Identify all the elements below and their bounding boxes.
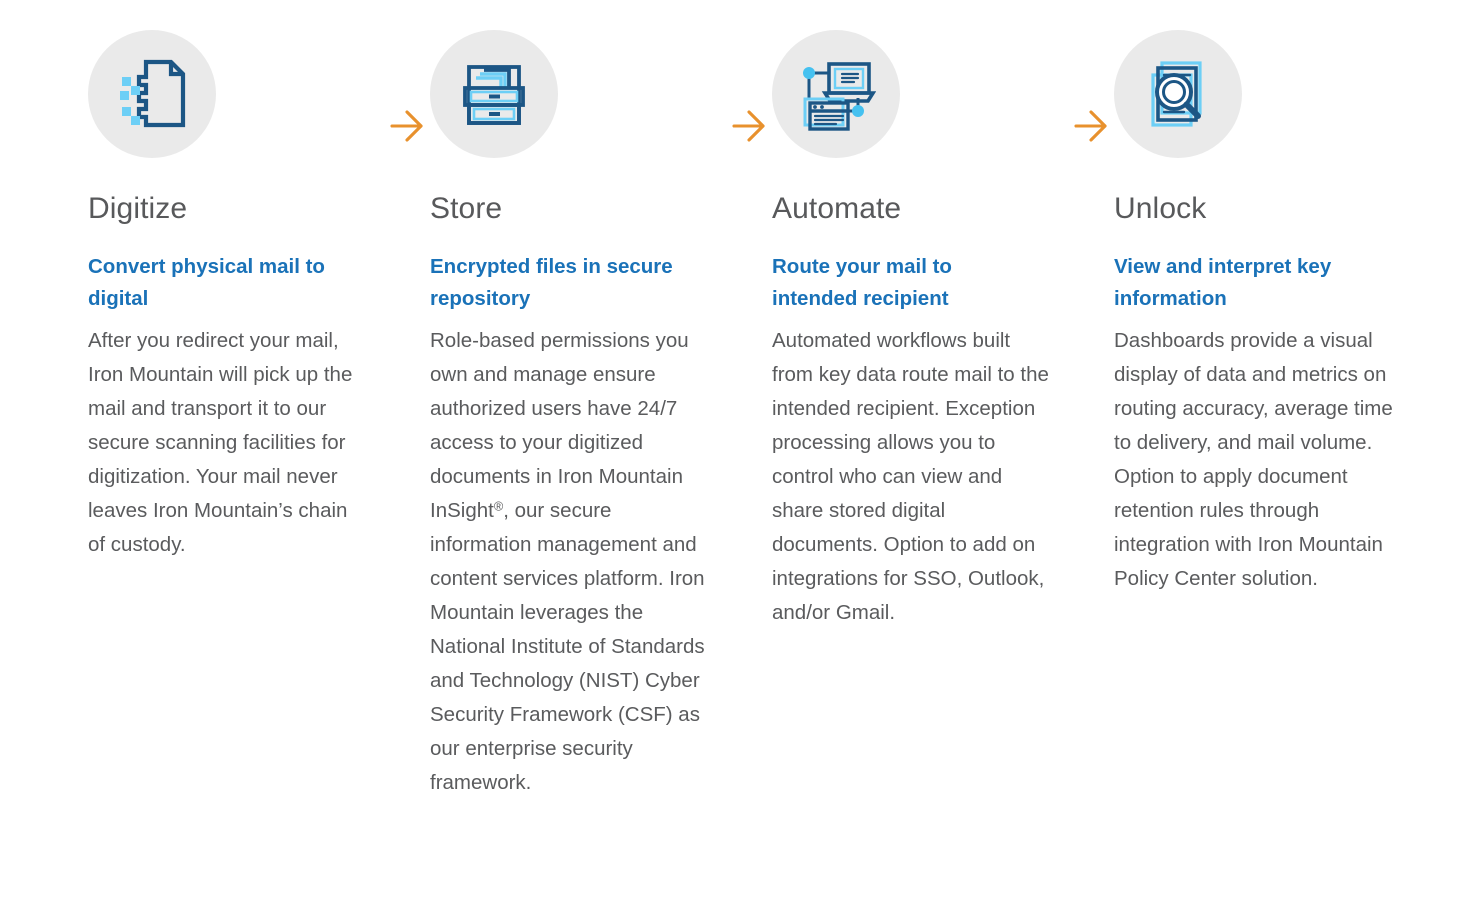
step-title: Store (430, 192, 503, 225)
step-title: Automate (772, 192, 902, 225)
step-store: Store Encrypted files in secure reposito… (430, 30, 728, 800)
step-automate: Automate Route your mail to intended rec… (772, 30, 1070, 630)
step-body-text: Role-based permissions you own and manag… (430, 329, 689, 523)
step-title: Digitize (88, 192, 188, 225)
step-subheading: View and interpret key information (1114, 255, 1332, 310)
arrow-store-to-automate (728, 30, 772, 148)
step-body: Dashboards provide a visual display of d… (1114, 324, 1396, 596)
step-body-text: Automated workflows built from key data … (772, 329, 1049, 625)
step-subheading: Route your mail to intended recipient (772, 255, 952, 310)
digitize-document-icon (88, 30, 216, 158)
step-body: After you redirect your mail, Iron Mount… (88, 324, 370, 562)
step-subheading: Convert physical mail to digital (88, 255, 325, 310)
arrow-digitize-to-store (386, 30, 430, 148)
step-digitize: Digitize Convert physical mail to digita… (88, 30, 386, 562)
document-search-icon (1114, 30, 1242, 158)
process-flow-infographic: Digitize Convert physical mail to digita… (0, 0, 1484, 907)
step-body: Role-based permissions you own and manag… (430, 324, 712, 800)
steps-row: Digitize Convert physical mail to digita… (0, 30, 1484, 800)
step-body-text-cont: , our secure information management and … (430, 499, 705, 795)
workflow-automation-icon (772, 30, 900, 158)
step-unlock: Unlock View and interpret key informatio… (1114, 30, 1412, 596)
step-subheading: Encrypted files in secure repository (430, 255, 673, 310)
step-body-text: Dashboards provide a visual display of d… (1114, 329, 1393, 591)
step-body: Automated workflows built from key data … (772, 324, 1054, 630)
arrow-automate-to-unlock (1070, 30, 1114, 148)
registered-trademark-mark: ® (493, 498, 504, 514)
step-title: Unlock (1114, 192, 1207, 225)
step-body-text: After you redirect your mail, Iron Mount… (88, 329, 353, 557)
filing-cabinet-icon (430, 30, 558, 158)
